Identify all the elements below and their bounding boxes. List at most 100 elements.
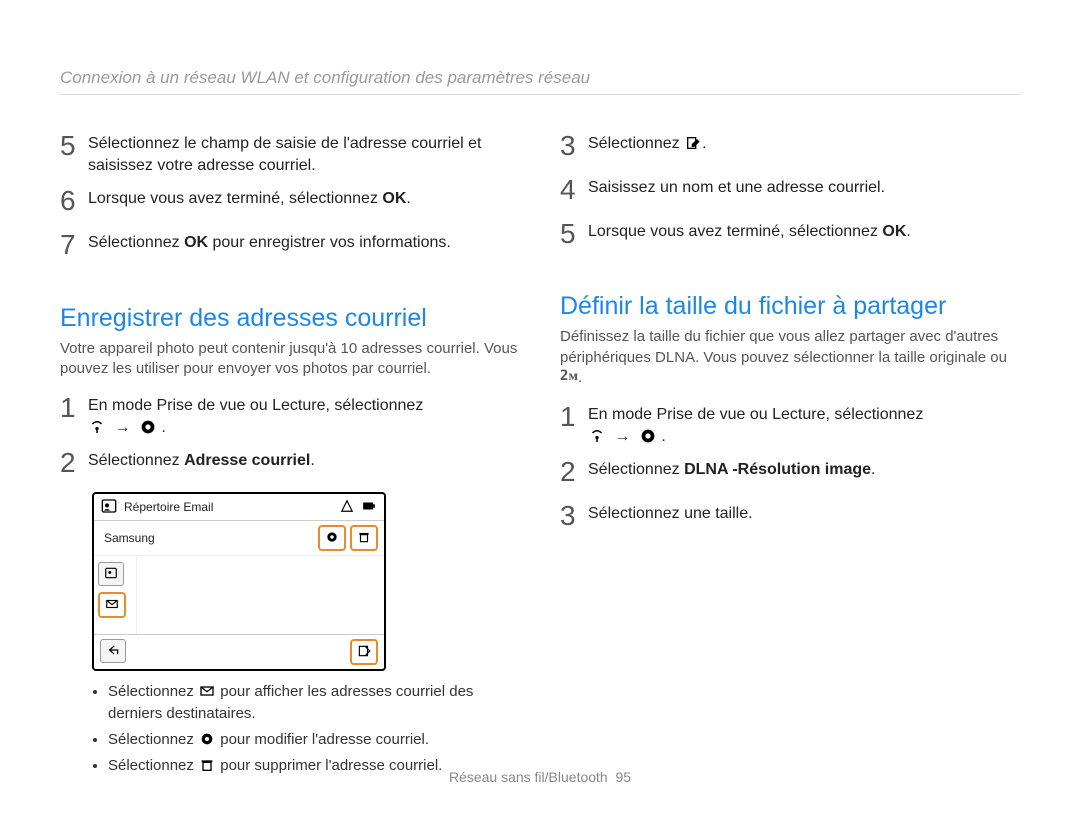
- step-text: En mode Prise de vue ou Lecture, sélecti…: [88, 393, 423, 438]
- step-number: 4: [560, 171, 588, 209]
- text-bold: DLNA -Résolution image: [684, 461, 871, 478]
- step-number: 7: [60, 226, 88, 264]
- step-number: 3: [560, 497, 588, 535]
- device-screenshot: Répertoire Email Samsung: [92, 492, 386, 671]
- screenshot-body: [94, 556, 384, 634]
- text-bold: OK: [882, 223, 906, 240]
- step-number: 2: [560, 453, 588, 491]
- trash-icon: [355, 528, 373, 546]
- wifi-icon: [588, 427, 606, 445]
- envelope-x-button[interactable]: [98, 592, 126, 618]
- screenshot-empty-area: [137, 556, 384, 634]
- screenshot-title: Répertoire Email: [124, 500, 213, 514]
- screenshot-item-row: Samsung: [94, 521, 384, 556]
- text-post: .: [578, 369, 582, 386]
- back-button[interactable]: [100, 639, 126, 663]
- status-icons: [338, 498, 378, 516]
- contact-icon: [102, 564, 120, 582]
- step-text: Sélectionnez une taille.: [588, 501, 753, 525]
- step-2: 2 Sélectionnez Adresse courriel.: [60, 448, 520, 482]
- step-text: Sélectionnez .: [588, 131, 707, 155]
- step-number: 1: [560, 398, 588, 436]
- page: Connexion à un réseau WLAN et configurat…: [0, 0, 1080, 815]
- step-6: 6 Lorsque vous avez terminé, sélectionne…: [60, 186, 520, 220]
- text-pre: Sélectionnez: [108, 731, 198, 748]
- gear-icon: [323, 528, 341, 546]
- step-4: 4 Saisissez un nom et une adresse courri…: [560, 175, 1020, 209]
- heading-file-size: Définir la taille du fichier à partager: [560, 292, 1020, 321]
- screenshot-footer: [94, 634, 384, 669]
- step-number: 2: [60, 444, 88, 482]
- text-bold: OK: [184, 234, 208, 251]
- text: En mode Prise de vue ou Lecture, sélecti…: [588, 406, 923, 423]
- screenshot-header: Répertoire Email: [94, 494, 384, 521]
- step-number: 1: [60, 389, 88, 427]
- step-3: 3 Sélectionnez .: [560, 131, 1020, 165]
- section-title: Connexion à un réseau WLAN et configurat…: [60, 68, 1020, 95]
- step-text: Saisissez un nom et une adresse courriel…: [588, 175, 885, 199]
- footer-label: Réseau sans fil/Bluetooth: [449, 769, 608, 785]
- gear-icon: [198, 730, 216, 748]
- footer-page: 95: [615, 769, 631, 785]
- bullet-list: Sélectionnez pour afficher les adresses …: [108, 681, 520, 776]
- text-pre: Sélectionnez: [588, 461, 684, 478]
- text-pre: Lorsque vous avez terminé, sélectionnez: [88, 190, 382, 207]
- text-pre: Sélectionnez: [108, 683, 198, 700]
- text-post: pour modifier l'adresse courriel.: [216, 731, 429, 748]
- text-bold: OK: [382, 190, 406, 207]
- battery-icon: [360, 497, 378, 515]
- step-1: 1 En mode Prise de vue ou Lecture, sélec…: [560, 402, 1020, 447]
- trash-button[interactable]: [350, 525, 378, 551]
- contact-icon: [100, 497, 118, 515]
- text-post: .: [702, 135, 706, 152]
- size-2m-icon: 2ᴍ: [560, 368, 578, 386]
- description: Définissez la taille du fichier que vous…: [560, 327, 1020, 388]
- heading-save-addresses: Enregistrer des adresses courriel: [60, 304, 520, 333]
- step-text: Sélectionnez Adresse courriel.: [88, 448, 315, 472]
- text-bold: Adresse courriel: [184, 452, 310, 469]
- text-post: .: [871, 461, 875, 478]
- left-column: 5 Sélectionnez le champ de saisie de l'a…: [60, 131, 520, 780]
- step-5: 5 Lorsque vous avez terminé, sélectionne…: [560, 219, 1020, 253]
- step-3: 3 Sélectionnez une taille.: [560, 501, 1020, 535]
- step-text: Sélectionnez DLNA -Résolution image.: [588, 457, 875, 481]
- text-pre: Sélectionnez: [588, 135, 684, 152]
- back-icon: [104, 641, 122, 659]
- step-text: Lorsque vous avez terminé, sélectionnez …: [588, 219, 911, 243]
- step-7: 7 Sélectionnez OK pour enregistrer vos i…: [60, 230, 520, 264]
- columns: 5 Sélectionnez le champ de saisie de l'a…: [60, 131, 1020, 780]
- text-post: .: [310, 452, 314, 469]
- step-2: 2 Sélectionnez DLNA -Résolution image.: [560, 457, 1020, 491]
- gear-button[interactable]: [318, 525, 346, 551]
- bullet-item: Sélectionnez pour afficher les adresses …: [108, 681, 520, 725]
- step-text: Sélectionnez OK pour enregistrer vos inf…: [88, 230, 451, 254]
- step-number: 5: [560, 215, 588, 253]
- text-pre: Définissez la taille du fichier que vous…: [560, 328, 1007, 365]
- compose-icon: [355, 642, 373, 660]
- description: Votre appareil photo peut contenir jusqu…: [60, 339, 520, 380]
- wifi-icon: [88, 418, 106, 436]
- text-post: .: [406, 190, 410, 207]
- step-text: Lorsque vous avez terminé, sélectionnez …: [88, 186, 411, 210]
- text-pre: Sélectionnez: [88, 234, 184, 251]
- envelope-x-icon: [198, 682, 216, 700]
- screenshot-item-name: Samsung: [100, 531, 155, 545]
- compose-button[interactable]: [350, 639, 378, 665]
- text-post: pour enregistrer vos informations.: [208, 234, 451, 251]
- gear-icon: [639, 427, 657, 445]
- gear-icon: [139, 418, 157, 436]
- screenshot-sidebar: [94, 556, 137, 634]
- contact-button[interactable]: [98, 562, 124, 586]
- text-pre: Sélectionnez: [88, 452, 184, 469]
- bullet-item: Sélectionnez pour modifier l'adresse cou…: [108, 729, 520, 751]
- step-1: 1 En mode Prise de vue ou Lecture, sélec…: [60, 393, 520, 438]
- step-text: En mode Prise de vue ou Lecture, sélecti…: [588, 402, 923, 447]
- arrow-icon: →: [110, 417, 134, 439]
- signal-icon: [338, 497, 356, 515]
- page-footer: Réseau sans fil/Bluetooth 95: [0, 769, 1080, 785]
- step-5: 5 Sélectionnez le champ de saisie de l'a…: [60, 131, 520, 176]
- step-text: Sélectionnez le champ de saisie de l'adr…: [88, 131, 520, 176]
- step-number: 5: [60, 127, 88, 165]
- step-number: 3: [560, 127, 588, 165]
- compose-icon: [684, 134, 702, 152]
